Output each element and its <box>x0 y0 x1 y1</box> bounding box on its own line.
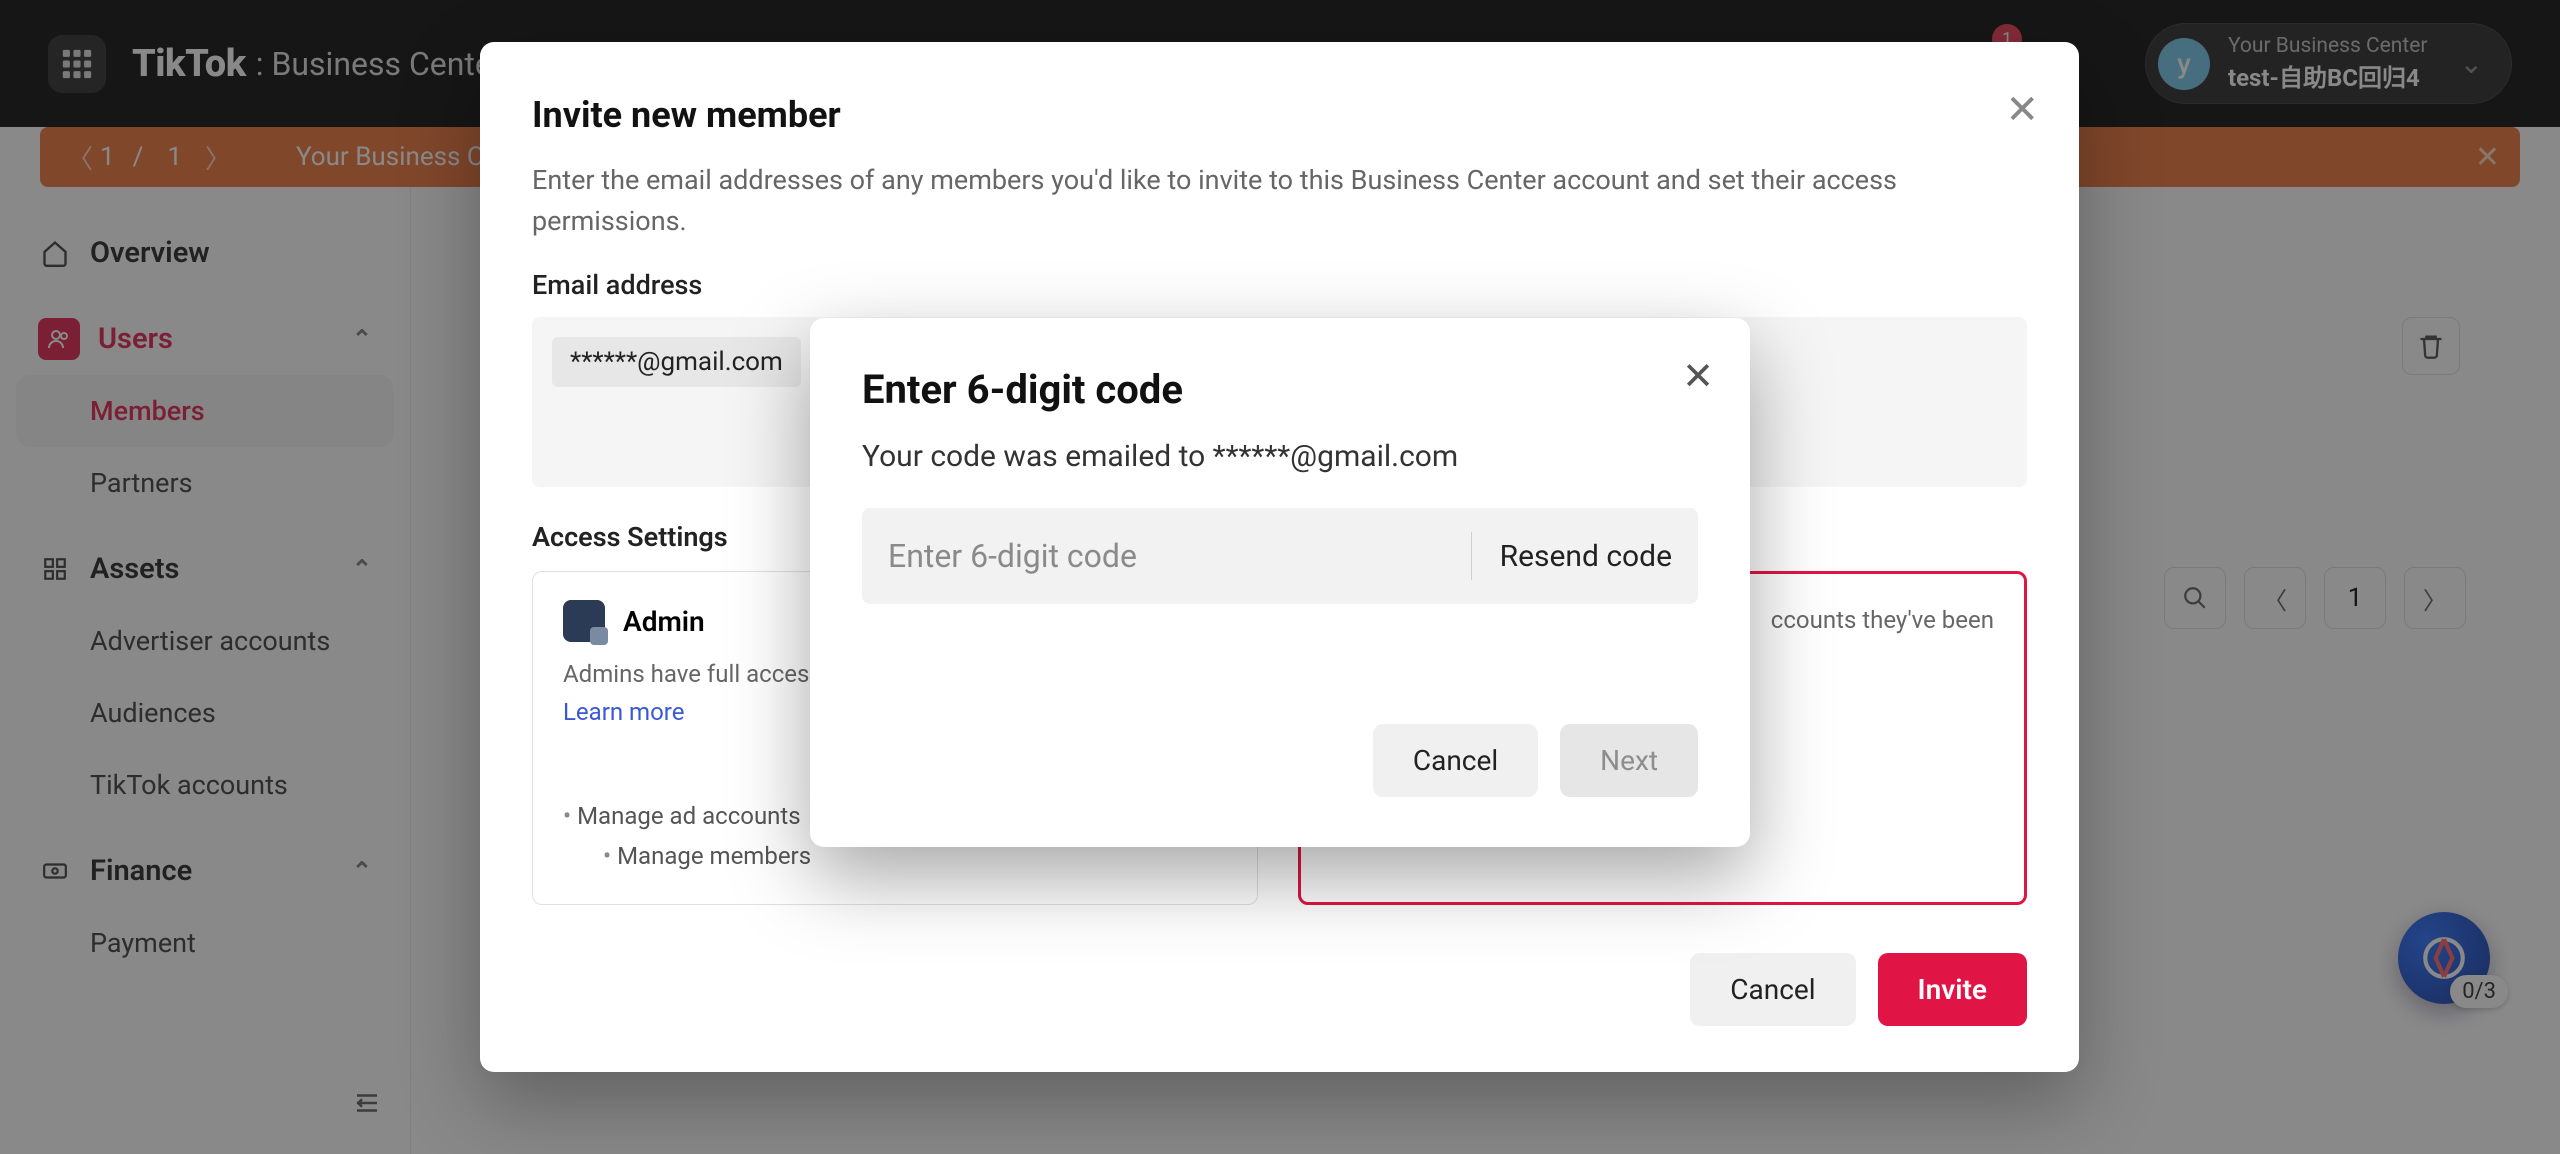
code-modal-title: Enter 6-digit code <box>862 366 1698 413</box>
divider <box>1471 532 1472 580</box>
role-title: Admin <box>623 605 705 638</box>
cancel-button[interactable]: Cancel <box>1373 724 1538 797</box>
modal-title: Invite new member <box>532 94 2027 136</box>
resend-code-link[interactable]: Resend code <box>1500 539 1672 574</box>
close-icon[interactable]: ✕ <box>2005 86 2039 133</box>
modal-subtitle: Enter the email addresses of any members… <box>532 160 1952 241</box>
email-label: Email address <box>532 269 2027 301</box>
verification-code-modal: ✕ Enter 6-digit code Your code was email… <box>810 318 1750 847</box>
admin-icon <box>563 600 605 642</box>
code-modal-subtitle: Your code was emailed to ******@gmail.co… <box>862 439 1698 474</box>
role-bullet: Manage members <box>603 836 811 876</box>
close-icon[interactable]: ✕ <box>1682 354 1714 399</box>
email-chip[interactable]: ******@gmail.com <box>552 337 801 387</box>
cancel-button[interactable]: Cancel <box>1690 953 1855 1026</box>
code-input[interactable] <box>888 537 1443 575</box>
invite-button[interactable]: Invite <box>1878 953 2027 1026</box>
next-button[interactable]: Next <box>1560 724 1698 797</box>
code-input-row: Resend code <box>862 508 1698 604</box>
